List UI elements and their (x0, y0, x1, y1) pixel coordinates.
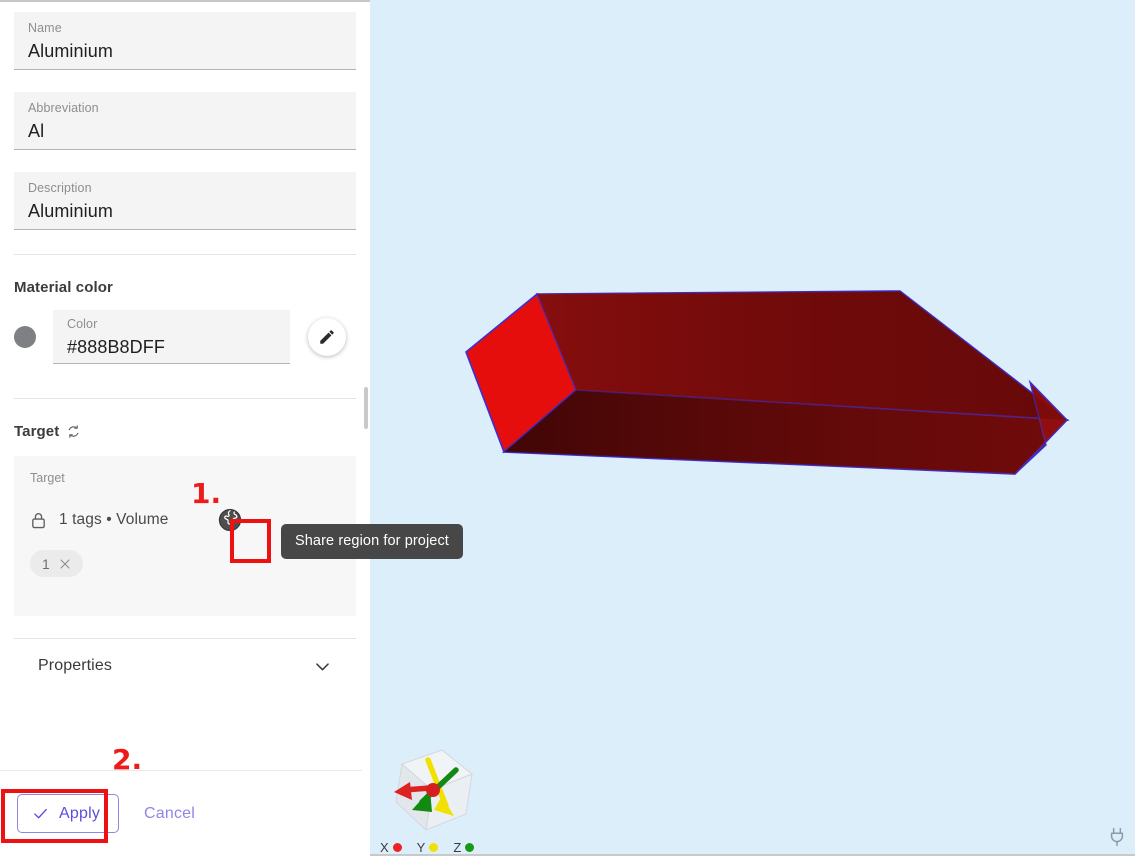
tag-chip-label: 1 (42, 555, 50, 572)
axis-label-y: Y (416, 839, 426, 855)
description-field-value: Aluminium (28, 201, 113, 221)
apply-button-label: Apply (59, 804, 101, 822)
description-field-label: Description (28, 181, 92, 195)
refresh-icon[interactable] (66, 424, 81, 439)
material-color-heading-label: Material color (14, 279, 113, 296)
edit-color-button[interactable] (308, 318, 346, 356)
abbreviation-field-label: Abbreviation (28, 101, 99, 115)
panel-scrollbar-thumb[interactable] (364, 387, 368, 429)
annotation-number-1: 1. (191, 477, 222, 510)
section-divider (14, 254, 356, 255)
color-field-label: Color (67, 317, 98, 331)
axis-dot-z (465, 842, 475, 852)
tag-chip[interactable]: 1 (30, 550, 83, 577)
annotation-number-2: 2. (112, 743, 143, 776)
properties-expansion-header[interactable]: Properties (14, 639, 356, 693)
3d-viewport[interactable]: X Y Z (370, 0, 1135, 856)
panel-scrollbar[interactable] (362, 2, 370, 856)
target-section-divider (14, 398, 356, 399)
name-field-label: Name (28, 21, 62, 35)
chevron-down-icon[interactable] (313, 657, 332, 676)
target-summary-text: 1 tags • Volume (59, 511, 169, 528)
plug-icon[interactable] (1107, 826, 1127, 848)
material-properties-panel: Name Aluminium Abbreviation Al Descripti… (0, 0, 370, 856)
cancel-button[interactable]: Cancel (144, 805, 195, 823)
beam-model-render[interactable] (370, 0, 1135, 856)
orientation-cube-gizmo[interactable] (380, 738, 488, 838)
target-card-label: Target (30, 471, 65, 485)
description-field[interactable]: Description Aluminium (14, 172, 356, 230)
apply-button[interactable]: Apply (17, 794, 120, 833)
share-region-tooltip: Share region for project (281, 524, 463, 559)
axis-label-x: X (380, 839, 389, 855)
name-field[interactable]: Name Aluminium (14, 12, 356, 70)
abbreviation-field[interactable]: Abbreviation Al (14, 92, 356, 150)
color-swatch[interactable] (14, 326, 36, 348)
abbreviation-field-value: Al (28, 121, 45, 141)
target-heading: Target (14, 423, 370, 440)
globe-icon (219, 508, 242, 532)
panel-action-bar: Apply Cancel (0, 770, 370, 856)
check-icon (34, 808, 47, 819)
axis-label-z: Z (453, 839, 462, 855)
name-field-value: Aluminium (28, 41, 113, 61)
lock-icon (32, 512, 45, 528)
properties-title: Properties (38, 657, 112, 674)
pencil-icon (320, 330, 334, 344)
panel-scroll-area: Name Aluminium Abbreviation Al Descripti… (0, 2, 370, 770)
material-editor-screen: Name Aluminium Abbreviation Al Descripti… (0, 0, 1135, 856)
close-icon[interactable] (59, 558, 71, 570)
material-color-heading: Material color (14, 279, 370, 296)
axis-dot-x (392, 842, 402, 852)
color-field-value: #888B8DFF (67, 337, 165, 357)
target-heading-label: Target (14, 423, 60, 440)
axis-dot-y (429, 842, 439, 852)
material-color-row: Color #888B8DFF (14, 310, 356, 364)
color-field[interactable]: Color #888B8DFF (53, 310, 290, 364)
